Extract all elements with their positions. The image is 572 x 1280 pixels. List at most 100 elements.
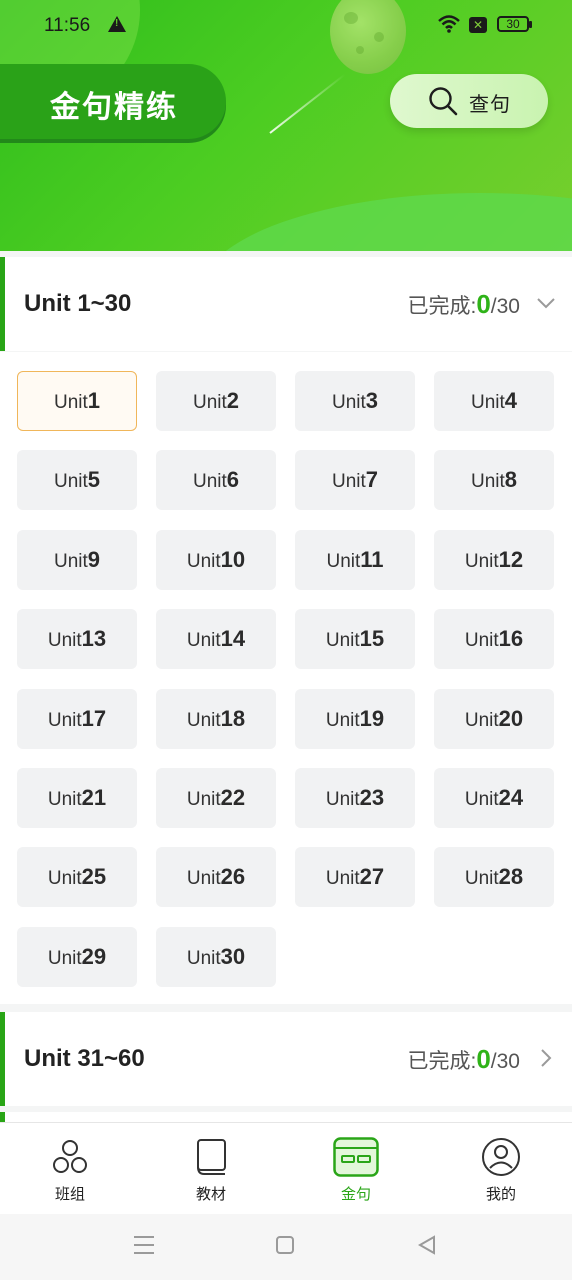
unit-number: 9 [87, 547, 101, 572]
unit-button[interactable]: Unit26 [156, 847, 276, 907]
unit-button[interactable]: Unit17 [17, 689, 137, 749]
unit-button[interactable]: Unit23 [295, 768, 415, 828]
status-bar: 11:56 ✕ 30 [0, 0, 572, 52]
unit-button[interactable]: Unit22 [156, 768, 276, 828]
unit-button[interactable]: Unit27 [295, 847, 415, 907]
unit-prefix: Unit [186, 789, 221, 810]
unit-number: 5 [87, 467, 101, 492]
sentence-card-icon [333, 1137, 379, 1177]
page-title: 金句精练 [50, 91, 178, 124]
unit-button[interactable]: Unit11 [295, 530, 415, 590]
unit-button[interactable]: Unit18 [156, 689, 276, 749]
unit-button[interactable]: Unit30 [156, 927, 276, 987]
unit-number: 29 [81, 944, 107, 969]
unit-button[interactable]: Unit24 [434, 768, 554, 828]
unit-prefix: Unit [47, 630, 82, 651]
chevron-right-icon [541, 1049, 552, 1067]
unit-button[interactable]: Unit28 [434, 847, 554, 907]
unit-button[interactable]: Unit13 [17, 609, 137, 669]
unit-button[interactable]: Unit21 [17, 768, 137, 828]
unit-prefix: Unit [186, 551, 221, 572]
unit-button[interactable]: Unit4 [434, 371, 554, 431]
unit-button[interactable]: Unit7 [295, 450, 415, 510]
unit-number: 10 [220, 547, 246, 572]
home-button[interactable] [276, 1236, 294, 1254]
completed-count: 0 [476, 1044, 491, 1074]
search-icon [429, 87, 458, 116]
section-header-unit-31-60[interactable]: Unit 31~60 已完成:0/30 [0, 1012, 572, 1106]
unit-prefix: Unit [464, 551, 499, 572]
unit-button[interactable]: Unit8 [434, 450, 554, 510]
unit-button[interactable]: Unit29 [17, 927, 137, 987]
tab-label: 班组 [54, 1186, 85, 1203]
unit-number: 16 [498, 626, 524, 651]
section-progress: 已完成:0/30 [407, 289, 520, 319]
section-title: Unit 1~30 [24, 290, 132, 317]
unit-number: 24 [498, 785, 524, 810]
unit-number: 23 [359, 785, 385, 810]
unit-button[interactable]: Unit9 [17, 530, 137, 590]
unit-button[interactable]: Unit25 [17, 847, 137, 907]
unit-button[interactable]: Unit1 [17, 371, 137, 431]
wifi-icon [438, 15, 460, 33]
unit-button[interactable]: Unit5 [17, 450, 137, 510]
unit-button[interactable]: Unit2 [156, 371, 276, 431]
unit-prefix: Unit [464, 710, 499, 731]
profile-icon [482, 1138, 520, 1176]
unit-prefix: Unit [325, 710, 360, 731]
unit-prefix: Unit [325, 630, 360, 651]
unit-button[interactable]: Unit14 [156, 609, 276, 669]
unit-prefix: Unit [325, 868, 360, 889]
no-sim-icon: ✕ [469, 17, 487, 33]
warning-icon [108, 16, 126, 32]
unit-prefix: Unit [53, 471, 88, 492]
shooting-star-decoration [269, 73, 346, 134]
tab-textbook[interactable]: 教材 [171, 1137, 251, 1204]
tab-label: 教材 [195, 1186, 226, 1203]
unit-button[interactable]: Unit19 [295, 689, 415, 749]
unit-prefix: Unit [47, 710, 82, 731]
section-header-unit-1-30[interactable]: Unit 1~30 已完成:0/30 [0, 257, 572, 351]
hill-decoration [200, 193, 572, 251]
unit-prefix: Unit [325, 789, 360, 810]
unit-number: 15 [359, 626, 385, 651]
bottom-tab-bar: 班组 教材 金句 我的 [0, 1122, 572, 1215]
unit-prefix: Unit [47, 868, 82, 889]
unit-prefix: Unit [464, 789, 499, 810]
unit-button[interactable]: Unit15 [295, 609, 415, 669]
section-accent-bar [0, 257, 5, 351]
completed-count: 0 [476, 289, 491, 319]
section-title: Unit 31~60 [24, 1045, 145, 1072]
recent-apps-button[interactable] [134, 1236, 154, 1254]
tab-profile[interactable]: 我的 [461, 1137, 541, 1204]
unit-button[interactable]: Unit3 [295, 371, 415, 431]
unit-number: 26 [220, 864, 246, 889]
unit-number: 18 [220, 706, 246, 731]
unit-number: 8 [504, 467, 518, 492]
unit-number: 30 [220, 944, 246, 969]
unit-button[interactable]: Unit10 [156, 530, 276, 590]
unit-button[interactable]: Unit6 [156, 450, 276, 510]
unit-number: 17 [81, 706, 107, 731]
search-button-label: 查句 [469, 94, 511, 116]
tab-sentences[interactable]: 金句 [316, 1137, 396, 1204]
book-icon [197, 1139, 226, 1175]
unit-prefix: Unit [186, 948, 221, 969]
status-time: 11:56 [44, 15, 91, 36]
search-sentence-button[interactable]: 查句 [390, 74, 548, 128]
unit-button[interactable]: Unit12 [434, 530, 554, 590]
unit-prefix: Unit [192, 471, 227, 492]
unit-button[interactable]: Unit16 [434, 609, 554, 669]
next-section-peek [0, 1112, 572, 1122]
unit-button[interactable]: Unit20 [434, 689, 554, 749]
unit-grid: Unit1 Unit2 Unit3 Unit4 Unit5 Unit6 Unit7 Unit8… [0, 352, 572, 1004]
unit-number: 2 [226, 388, 240, 413]
back-button[interactable] [417, 1235, 437, 1255]
unit-prefix: Unit [331, 392, 366, 413]
section-accent-bar [0, 1012, 5, 1106]
unit-number: 13 [81, 626, 107, 651]
unit-number: 11 [360, 547, 384, 572]
unit-prefix: Unit [331, 471, 366, 492]
unit-number: 6 [226, 467, 240, 492]
tab-group[interactable]: 班组 [30, 1137, 110, 1204]
